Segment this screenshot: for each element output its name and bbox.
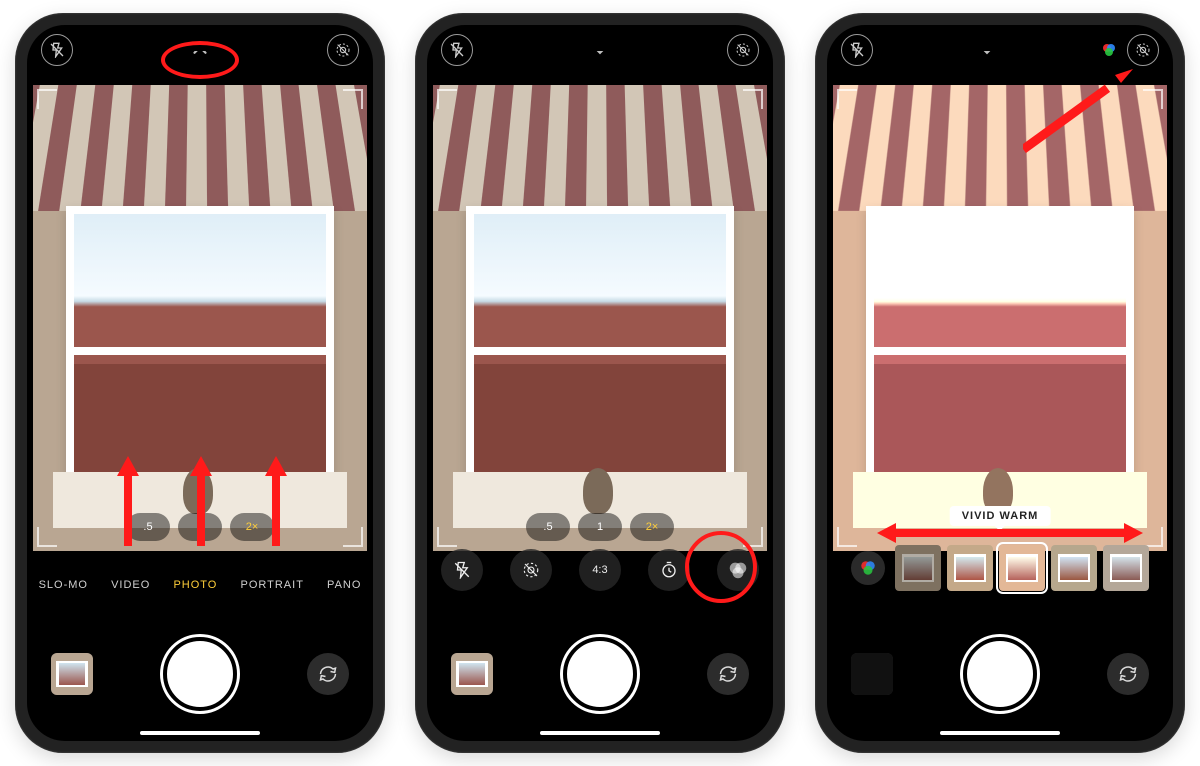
scene-image <box>33 85 367 551</box>
mode-photo[interactable]: PHOTO <box>173 579 217 591</box>
zoom-0_5[interactable]: ​.5 <box>126 513 170 541</box>
filter-thumb-3-selected[interactable] <box>999 545 1045 591</box>
zoom-1[interactable]: 1 <box>178 513 222 541</box>
zoom-2x[interactable]: 2× <box>230 513 274 541</box>
scene-image <box>833 85 1167 551</box>
option-livephoto-icon[interactable] <box>510 549 552 591</box>
home-indicator[interactable] <box>540 731 660 735</box>
camera-screen-3: VIVID WARM <box>827 25 1173 741</box>
filter-rgb-icon[interactable] <box>851 551 885 585</box>
flip-camera-icon[interactable] <box>1107 653 1149 695</box>
filter-thumb-2[interactable] <box>947 545 993 591</box>
scene-image <box>433 85 767 551</box>
phone-mockup-1: ​.5 1 2× SLO-MO VIDEO PHOTO PORTRAIT PAN… <box>15 13 385 753</box>
livephoto-off-icon[interactable] <box>327 34 359 66</box>
zoom-2x[interactable]: 2× <box>630 513 674 541</box>
notch <box>915 25 1085 51</box>
flash-off-icon[interactable] <box>441 34 473 66</box>
shutter-bar <box>827 637 1173 711</box>
flash-off-icon[interactable] <box>841 34 873 66</box>
zoom-0_5[interactable]: .5 <box>526 513 570 541</box>
filter-active-label: VIVID WARM <box>950 506 1051 526</box>
viewfinder[interactable] <box>433 85 767 551</box>
zoom-row: .5 1 2× <box>427 513 773 541</box>
camera-screen-1: ​.5 1 2× SLO-MO VIDEO PHOTO PORTRAIT PAN… <box>27 25 373 741</box>
rgb-indicator-icon <box>1101 42 1117 58</box>
home-indicator[interactable] <box>140 731 260 735</box>
flash-off-icon[interactable] <box>41 34 73 66</box>
shutter-button[interactable] <box>963 637 1037 711</box>
zoom-1[interactable]: 1 <box>578 513 622 541</box>
notch <box>515 25 685 51</box>
shutter-bar <box>27 637 373 711</box>
mode-strip[interactable]: SLO-MO VIDEO PHOTO PORTRAIT PANO <box>27 579 373 591</box>
option-flash-icon[interactable] <box>441 549 483 591</box>
shutter-button[interactable] <box>163 637 237 711</box>
last-photo-thumbnail[interactable] <box>51 653 93 695</box>
option-filters-icon[interactable] <box>717 549 759 591</box>
phone-mockup-2: .5 1 2× 4:3 <box>415 13 785 753</box>
notch <box>115 25 285 51</box>
option-aspect[interactable]: 4:3 <box>579 549 621 591</box>
filter-thumb-1[interactable] <box>895 545 941 591</box>
livephoto-off-icon[interactable] <box>1127 34 1159 66</box>
filter-row[interactable] <box>827 545 1173 591</box>
last-photo-thumbnail[interactable] <box>851 653 893 695</box>
shutter-bar <box>427 637 773 711</box>
mode-portrait[interactable]: PORTRAIT <box>241 579 304 591</box>
flip-camera-icon[interactable] <box>307 653 349 695</box>
phone-mockup-3: VIVID WARM <box>815 13 1185 753</box>
viewfinder[interactable] <box>33 85 367 551</box>
livephoto-off-icon[interactable] <box>727 34 759 66</box>
mode-pano[interactable]: PANO <box>327 579 361 591</box>
last-photo-thumbnail[interactable] <box>451 653 493 695</box>
option-row: 4:3 <box>427 549 773 591</box>
aspect-label: 4:3 <box>592 564 607 576</box>
shutter-button[interactable] <box>563 637 637 711</box>
flip-camera-icon[interactable] <box>707 653 749 695</box>
mode-slo-mo[interactable]: SLO-MO <box>39 579 88 591</box>
viewfinder[interactable] <box>833 85 1167 551</box>
camera-screen-2: .5 1 2× 4:3 <box>427 25 773 741</box>
mode-video[interactable]: VIDEO <box>111 579 150 591</box>
filter-thumb-4[interactable] <box>1051 545 1097 591</box>
option-timer-icon[interactable] <box>648 549 690 591</box>
home-indicator[interactable] <box>940 731 1060 735</box>
filter-thumb-5[interactable] <box>1103 545 1149 591</box>
zoom-row: ​.5 1 2× <box>27 513 373 541</box>
